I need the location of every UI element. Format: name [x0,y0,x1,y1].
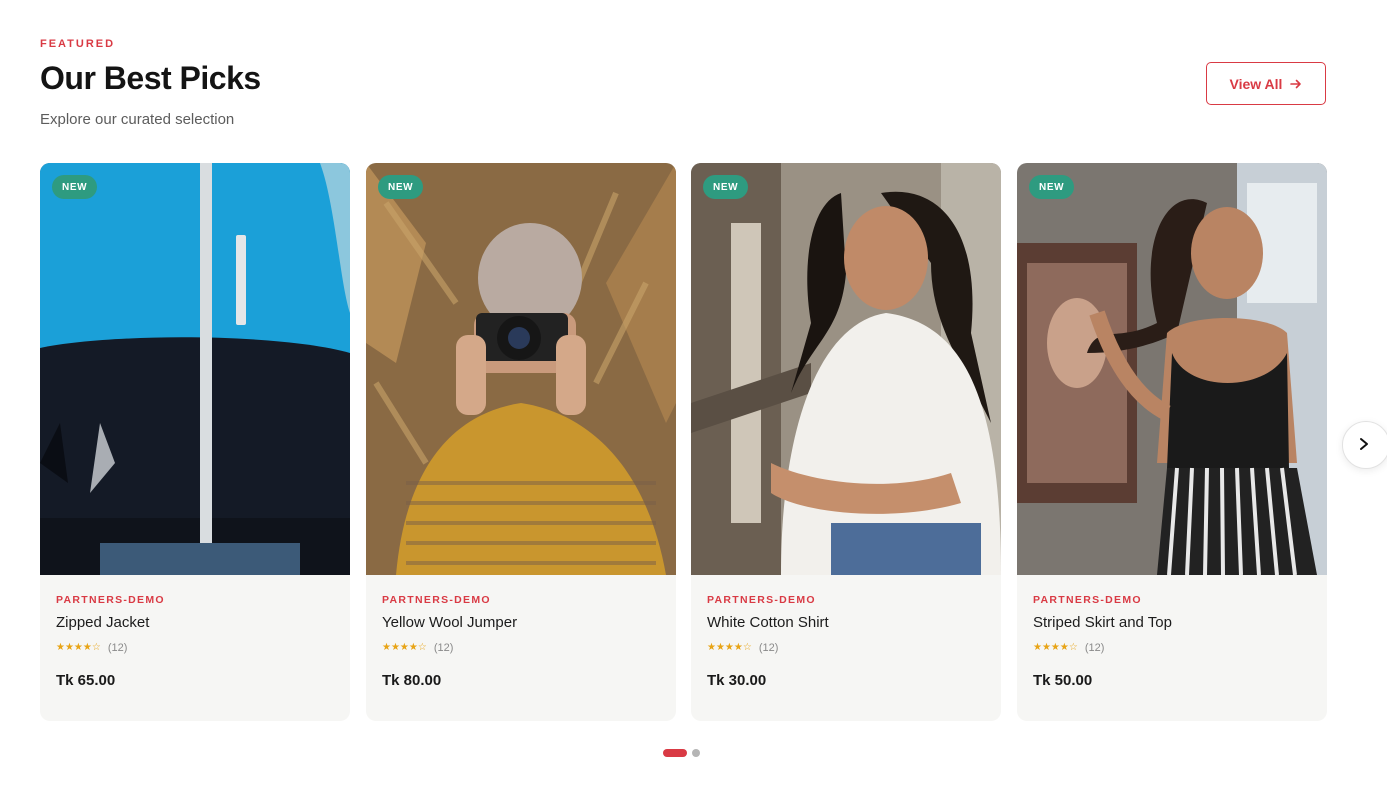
pagination-dot-2[interactable] [692,749,700,757]
product-price: Tk 30.00 [707,672,767,689]
product-card[interactable]: NEW PARTNERS-DEMO White Cotton Shirt ★★★… [691,163,1001,721]
product-rating: ★★★★☆ (12) [382,642,453,654]
product-image[interactable]: NEW [366,163,676,575]
view-all-label: View All [1229,75,1283,92]
star-icons: ★★★★☆ [56,642,101,653]
carousel-pagination [663,749,700,757]
product-carousel: NEW PARTNERS-DEMO Zipped Jacket ★★★★☆ (1… [40,163,1327,721]
product-vendor[interactable]: PARTNERS-DEMO [56,594,165,606]
arrow-right-icon [1290,78,1302,90]
section-subtitle: Explore our curated selection [40,111,235,128]
star-icons: ★★★★☆ [707,642,752,653]
product-image[interactable]: NEW [691,163,1001,575]
section-eyebrow: FEATURED [40,38,116,50]
product-vendor[interactable]: PARTNERS-DEMO [1033,594,1142,606]
product-image[interactable]: NEW [1017,163,1327,575]
product-card[interactable]: NEW PARTNERS-DEMO Yellow Wool Jumper ★★★… [366,163,676,721]
view-all-button[interactable]: View All [1206,62,1326,105]
product-name[interactable]: Yellow Wool Jumper [382,614,517,631]
new-badge: NEW [378,175,424,199]
product-rating: ★★★★☆ (12) [707,642,778,654]
review-count: (12) [433,642,454,654]
product-card[interactable]: NEW PARTNERS-DEMO Zipped Jacket ★★★★☆ (1… [40,163,350,721]
star-icons: ★★★★☆ [1033,642,1078,653]
section-title: Our Best Picks [40,60,261,96]
product-price: Tk 65.00 [56,672,116,689]
new-badge: NEW [52,175,98,199]
chevron-right-icon [1359,437,1369,454]
product-name[interactable]: White Cotton Shirt [707,614,829,631]
pagination-dot-1[interactable] [663,749,687,757]
new-badge: NEW [703,175,749,199]
product-price: Tk 50.00 [1033,672,1093,689]
review-count: (12) [758,642,779,654]
product-rating: ★★★★☆ (12) [56,642,127,654]
product-name[interactable]: Striped Skirt and Top [1033,614,1172,631]
review-count: (12) [107,642,128,654]
product-image[interactable]: NEW [40,163,350,575]
product-vendor[interactable]: PARTNERS-DEMO [707,594,816,606]
product-name[interactable]: Zipped Jacket [56,614,149,631]
star-icons: ★★★★☆ [382,642,427,653]
product-price: Tk 80.00 [382,672,442,689]
product-card[interactable]: NEW PARTNERS-DEMO Striped Skirt and Top … [1017,163,1327,721]
new-badge: NEW [1029,175,1075,199]
carousel-next-button[interactable] [1342,421,1387,469]
review-count: (12) [1084,642,1105,654]
product-vendor[interactable]: PARTNERS-DEMO [382,594,491,606]
product-rating: ★★★★☆ (12) [1033,642,1104,654]
